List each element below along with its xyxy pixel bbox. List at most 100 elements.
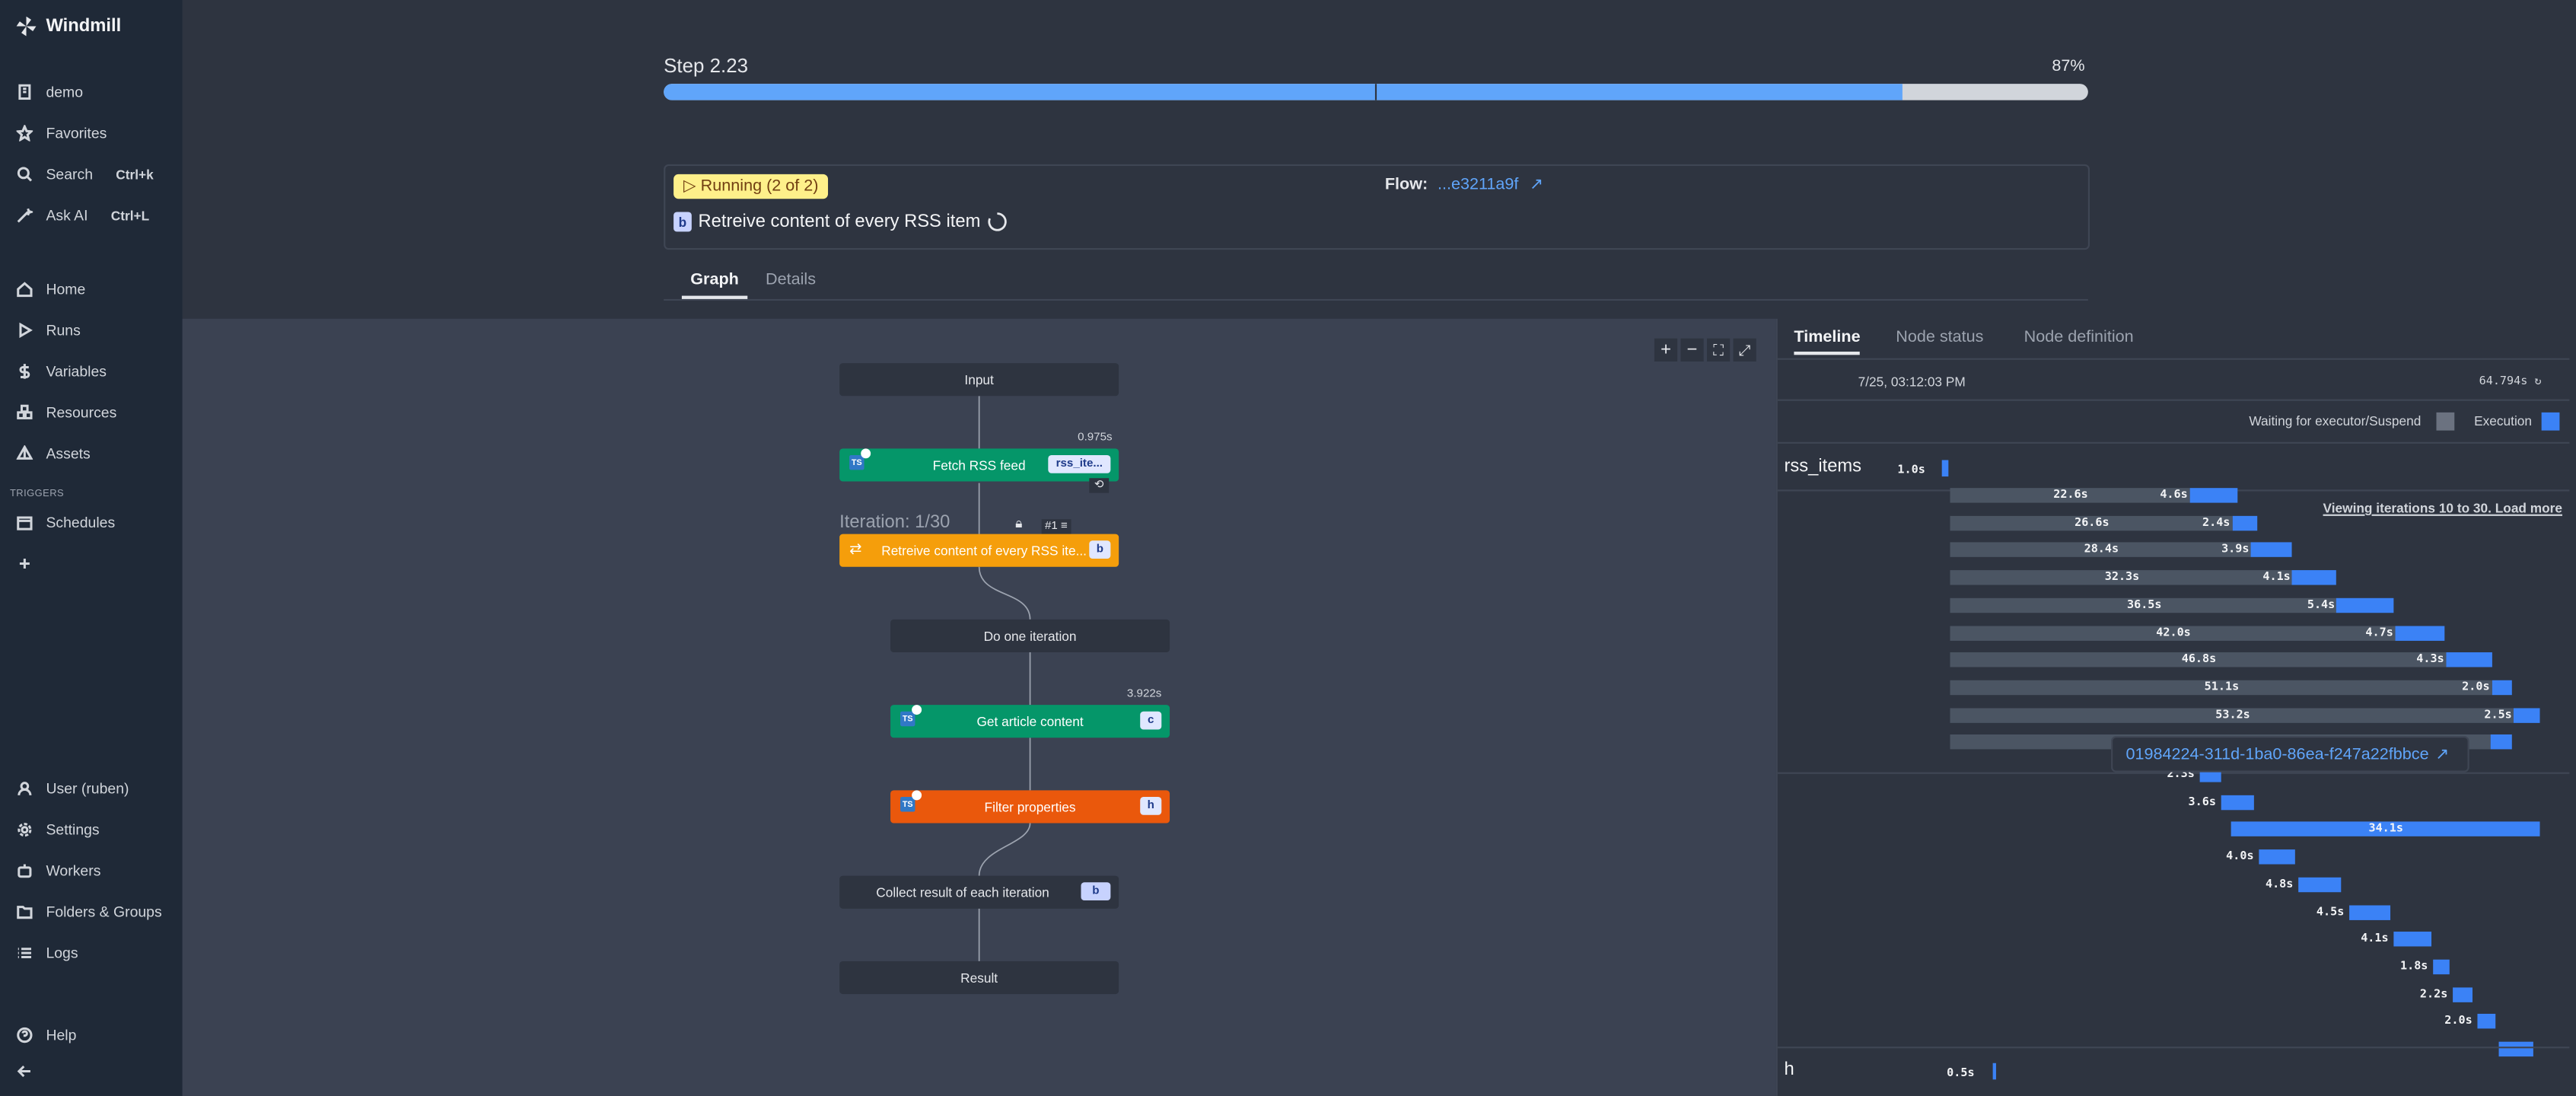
execution-duration-label: 4.8s — [2265, 877, 2294, 890]
sidebar-item-label: Runs — [46, 322, 81, 339]
step-label: Step 2.23 — [664, 54, 749, 78]
execution-bar — [2250, 543, 2293, 558]
star-icon — [16, 125, 33, 142]
sidebar-item-workspace[interactable]: demo — [17, 81, 83, 104]
sidebar-item-ask-ai[interactable]: Ask AI Ctrl+L — [17, 204, 150, 227]
execution-bar — [2221, 795, 2254, 810]
typescript-icon: TS — [900, 705, 922, 727]
zoom-in-button[interactable]: + — [1654, 338, 1678, 362]
tab-node-status[interactable]: Node status — [1896, 329, 1983, 347]
node-filter-properties[interactable]: TS Filter properties h — [890, 790, 1170, 824]
dollar-icon — [19, 364, 30, 379]
triggers-heading: TRIGGERS — [9, 489, 65, 500]
sidebar-item-label: Settings — [46, 821, 100, 838]
add-trigger-button[interactable] — [17, 552, 33, 575]
tab-node-definition[interactable]: Node definition — [2024, 329, 2134, 347]
sidebar-item-label: User (ruben) — [46, 780, 129, 798]
sidebar-item-resources[interactable]: Resources — [17, 401, 117, 424]
node-id-tag: rss_ite... — [1048, 454, 1111, 473]
iteration-picker[interactable]: #1 ≡ — [1041, 519, 1071, 536]
execution-bar — [2349, 904, 2390, 919]
zoom-out-button[interactable]: − — [1680, 338, 1704, 362]
sidebar-item-workers[interactable]: Workers — [17, 859, 101, 882]
execution-duration-label: 34.1s — [2368, 822, 2403, 836]
wait-duration-label: 22.6s — [2053, 488, 2088, 502]
fullscreen-button[interactable]: ⤢ — [1733, 338, 1756, 362]
sidebar-item-label: Workers — [46, 862, 101, 879]
sidebar-item-help[interactable]: Help — [17, 1024, 77, 1047]
iteration-label: Iteration: 1/30 — [839, 512, 950, 533]
fetch-duration: 0.975s — [1078, 432, 1113, 444]
wait-duration-label: 51.1s — [2204, 680, 2240, 693]
execution-duration-label: 3.9s — [2221, 543, 2250, 556]
main-content: Step 2.23 87% ▷ Running (2 of 2) Flow: .… — [182, 0, 2576, 317]
sidebar-item-favorites[interactable]: Favorites — [16, 122, 107, 145]
play-icon — [19, 322, 33, 339]
sidebar-item-label: Assets — [46, 445, 91, 462]
sidebar-item-assets[interactable]: Assets — [16, 442, 91, 465]
tab-graph[interactable]: Graph — [681, 269, 748, 299]
node-id-tag: h — [1140, 797, 1162, 815]
external-link-icon: ↗ — [2435, 745, 2450, 763]
node-result[interactable]: Result — [839, 961, 1119, 995]
execution-duration-label: 3.6s — [2188, 795, 2216, 808]
node-fetch-rss-feed[interactable]: TS Fetch RSS feed rss_ite... — [839, 448, 1119, 482]
collapse-sidebar-button[interactable] — [17, 1059, 33, 1082]
sidebar-item-home[interactable]: Home — [17, 278, 86, 301]
node-id-tag: b — [1089, 540, 1111, 559]
node-input[interactable]: Input — [839, 363, 1119, 397]
flow-link[interactable]: ...e3211a9f ↗ — [1438, 176, 1543, 194]
wand-icon — [17, 208, 33, 223]
progress-percent: 87% — [2052, 57, 2085, 76]
timeline-divider — [1777, 399, 2570, 401]
node-title-text: Retreive content of every RSS item — [698, 212, 981, 232]
execution-bar — [2189, 488, 2239, 503]
sidebar-item-search[interactable]: Search Ctrl+k — [17, 163, 154, 186]
node-label: Filter properties — [984, 799, 1076, 814]
node-do-one-iteration[interactable]: Do one iteration — [890, 619, 1170, 653]
node-collect-results[interactable]: Collect result of each iteration b — [839, 875, 1119, 909]
job-info-box: ▷ Running (2 of 2) Flow: ...e3211a9f ↗ b… — [664, 164, 2090, 250]
h-step-duration: 0.5s — [1947, 1066, 1975, 1080]
job-tooltip-link[interactable]: 01984224-311d-1ba0-86ea-f247a22fbbce ↗ — [2111, 736, 2469, 773]
tab-details[interactable]: Details — [766, 269, 816, 296]
gear-icon — [18, 823, 32, 837]
sidebar-item-variables[interactable]: Variables — [17, 360, 107, 383]
legend-waiting-label: Waiting for executor/Suspend — [2249, 414, 2422, 429]
typescript-icon: TS — [900, 790, 922, 812]
execution-duration-label: 4.0s — [2226, 849, 2254, 863]
tooltip-job-id: 01984224-311d-1ba0-86ea-f247a22fbbce — [2125, 745, 2429, 763]
legend-execution-label: Execution — [2474, 414, 2533, 429]
sidebar-item-user[interactable]: User (ruben) — [17, 777, 129, 800]
execution-duration-label: 1.8s — [2400, 959, 2428, 973]
brand[interactable]: Windmill — [16, 16, 122, 37]
execution-duration-label: 2.2s — [2419, 986, 2448, 1000]
article-duration: 3.922s — [1126, 688, 1162, 700]
sidebar-item-schedules[interactable]: Schedules — [17, 511, 116, 534]
sidebar-item-folders-groups[interactable]: Folders & Groups — [17, 900, 162, 923]
execution-bar — [2492, 680, 2513, 695]
progress-fill — [664, 84, 1903, 100]
refresh-icon: ↻ — [2534, 374, 2542, 388]
sidebar-item-logs[interactable]: Logs — [17, 941, 78, 964]
fit-view-button[interactable]: ⛶ — [1706, 338, 1731, 362]
sidebar-item-label: Favorites — [46, 125, 107, 142]
sidebar-item-runs[interactable]: Runs — [17, 319, 81, 342]
sidebar-item-settings[interactable]: Settings — [17, 818, 100, 841]
load-more-link[interactable]: Viewing iterations 10 to 30. Load more — [2323, 501, 2562, 515]
execution-bar — [2498, 1041, 2533, 1057]
node-loop-rss-items[interactable]: ⇄ Retreive content of every RSS ite... b — [839, 534, 1119, 567]
windmill-logo-icon — [16, 16, 37, 37]
tab-timeline[interactable]: Timeline — [1794, 329, 1861, 355]
execution-bar — [2292, 570, 2336, 585]
execution-duration-label: 4.7s — [2365, 625, 2393, 639]
node-get-article-content[interactable]: TS Get article content c — [890, 705, 1170, 738]
execution-duration-label: 2.5s — [2484, 707, 2512, 721]
legend-divider — [1777, 441, 2570, 444]
wait-duration-label: 26.6s — [2074, 515, 2110, 529]
execution-duration-label: 2.0s — [2444, 1014, 2473, 1028]
list-icon — [18, 948, 32, 959]
wait-duration-label: 32.3s — [2104, 570, 2140, 584]
execution-bar — [2298, 877, 2342, 892]
wait-duration-label: 42.0s — [2156, 625, 2191, 639]
